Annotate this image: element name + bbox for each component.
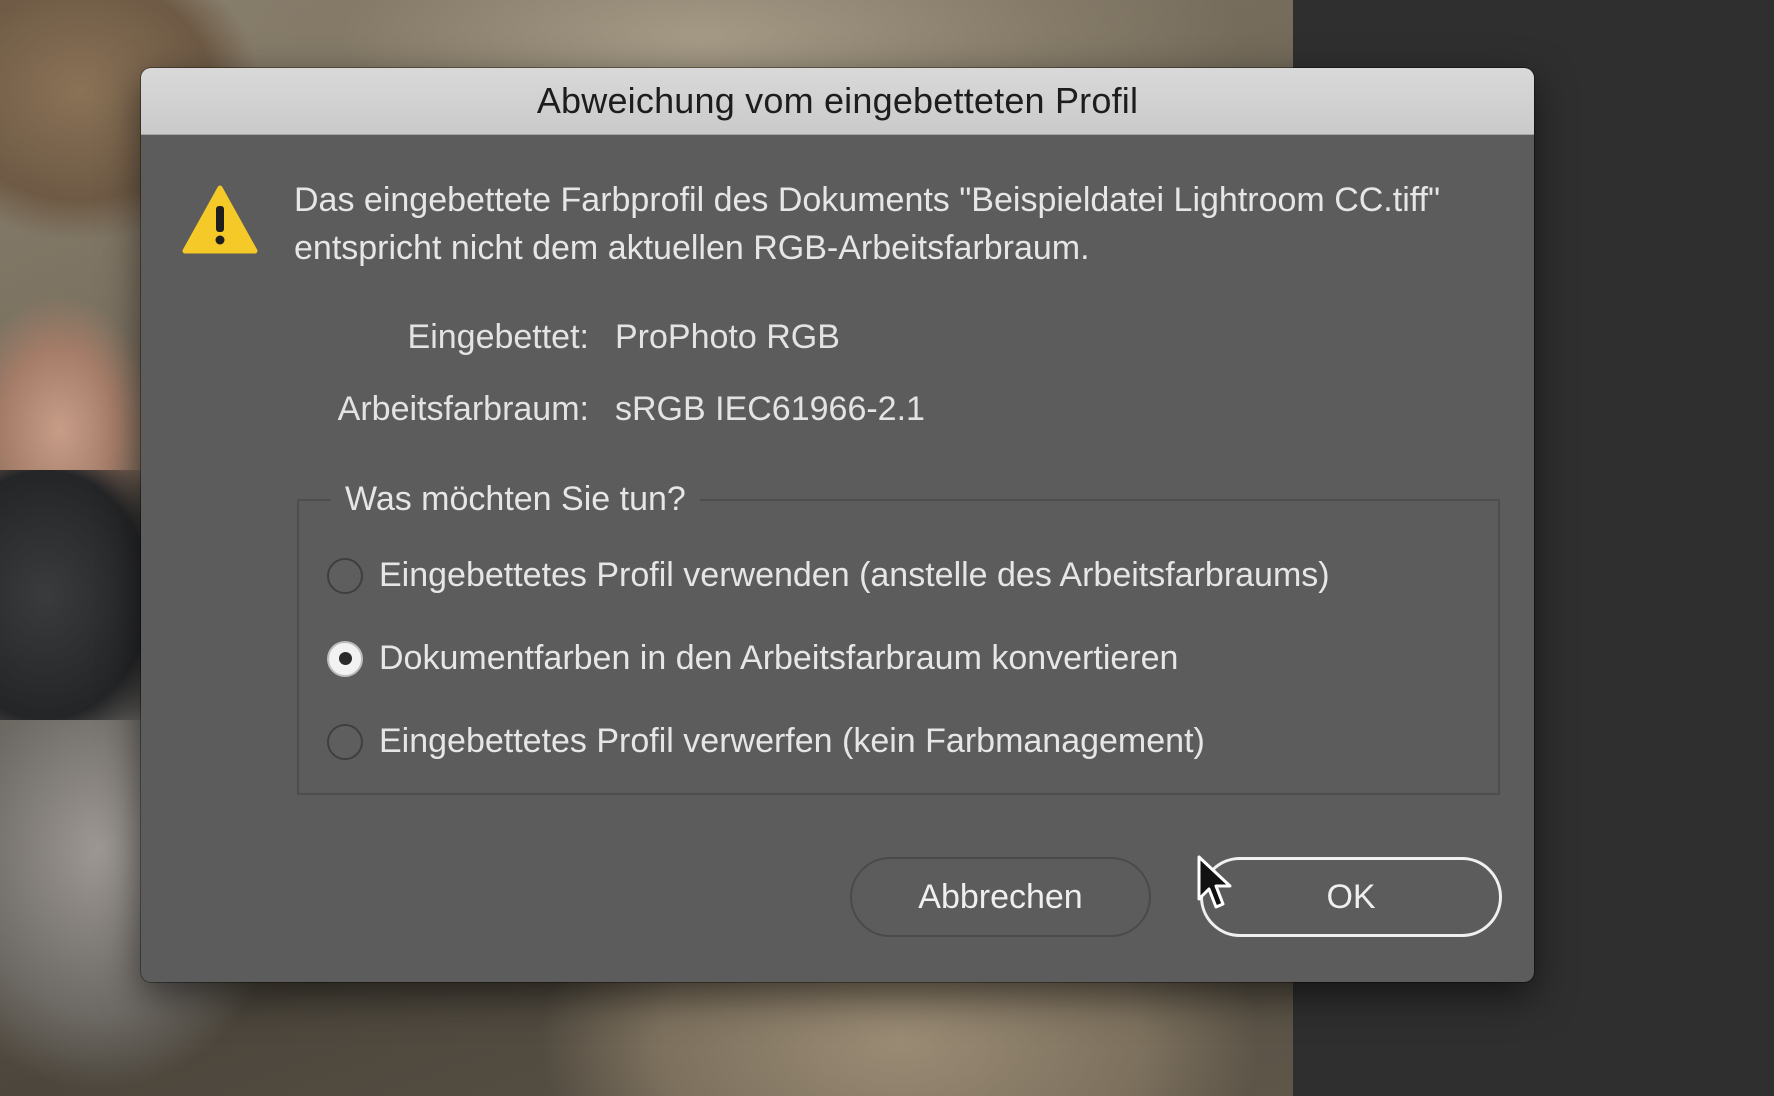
cancel-button[interactable]: Abbrechen — [850, 857, 1151, 937]
option-label: Eingebettetes Profil verwenden (anstelle… — [379, 556, 1330, 594]
dialog-message: Das eingebettete Farbprofil des Dokument… — [294, 181, 1441, 267]
dialog-titlebar[interactable]: Abweichung vom eingebetteten Profil — [141, 68, 1534, 135]
radio-use-embedded-profile[interactable] — [327, 557, 363, 594]
embedded-profile-label: Eingebettet: — [407, 318, 589, 356]
embedded-profile-value: ProPhoto RGB — [615, 318, 840, 356]
background-photo-detail — [0, 470, 150, 720]
working-space-row: Arbeitsfarbraum: sRGB IEC61966-2.1 — [141, 390, 925, 429]
radio-convert-to-working-space[interactable] — [327, 640, 363, 677]
option-discard-embedded-profile[interactable]: Eingebettetes Profil verwerfen (kein Far… — [327, 722, 1205, 761]
embedded-profile-row: Eingebettet: ProPhoto RGB — [141, 318, 840, 357]
option-convert-to-working-space[interactable]: Dokumentfarben in den Arbeitsfarbraum ko… — [327, 639, 1178, 678]
ok-button[interactable]: OK — [1200, 857, 1502, 937]
working-space-label: Arbeitsfarbraum: — [337, 390, 589, 428]
action-group-legend: Was möchten Sie tun? — [331, 480, 700, 519]
option-label: Eingebettetes Profil verwerfen (kein Far… — [379, 722, 1205, 760]
option-label: Dokumentfarben in den Arbeitsfarbraum ko… — [379, 639, 1179, 677]
radio-discard-embedded-profile[interactable] — [327, 723, 363, 760]
warning-triangle-icon — [182, 185, 258, 254]
dialog-title: Abweichung vom eingebetteten Profil — [536, 80, 1139, 121]
mouse-pointer-icon — [1197, 855, 1232, 909]
profile-mismatch-dialog: Abweichung vom eingebetteten Profil Das … — [141, 68, 1534, 982]
option-use-embedded-profile[interactable]: Eingebettetes Profil verwenden (anstelle… — [327, 556, 1330, 595]
working-space-value: sRGB IEC61966-2.1 — [615, 390, 925, 428]
